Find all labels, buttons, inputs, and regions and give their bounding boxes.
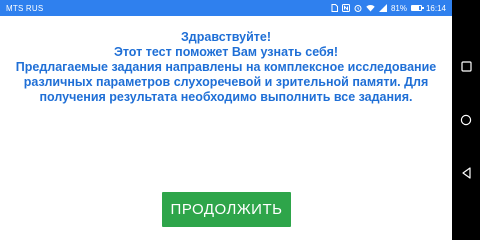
battery-icon (410, 5, 424, 11)
intro-line: Предлагаемые задания направлены на компл… (15, 60, 437, 74)
sim-icon (331, 4, 338, 12)
status-icons: 81% 16:14 (331, 4, 446, 13)
wifi-icon (366, 4, 375, 12)
nfc-icon (341, 4, 350, 12)
battery-percent: 81% (390, 3, 407, 13)
continue-button[interactable]: ПРОДОЛЖИТЬ (162, 192, 291, 227)
home-icon[interactable] (458, 112, 474, 128)
greeting-heading: Здравствуйте! (180, 30, 272, 44)
status-bar: MTS RUS 81% 16:14 (0, 0, 452, 16)
phone-screen: MTS RUS 81% 16:14 Здравствуйте! Этот тес… (0, 0, 480, 240)
intro-line: Этот тест поможет Вам узнать себя! (113, 45, 339, 59)
clock: 16:14 (425, 3, 446, 13)
back-icon[interactable] (458, 165, 474, 181)
intro-line: получения результата необходимо выполнит… (39, 90, 413, 104)
navigation-bar (452, 0, 480, 240)
carrier-name: MTS RUS (6, 3, 44, 13)
battery-level-fill (411, 6, 420, 10)
signal-icon (378, 4, 387, 12)
recent-apps-icon[interactable] (458, 59, 474, 75)
intro-text: Здравствуйте! Этот тест поможет Вам узна… (0, 30, 452, 105)
alarm-icon (354, 4, 362, 12)
intro-line: различных параметров слухоречевой и зрит… (23, 75, 429, 89)
app-area: MTS RUS 81% 16:14 Здравствуйте! Этот тес… (0, 0, 452, 240)
